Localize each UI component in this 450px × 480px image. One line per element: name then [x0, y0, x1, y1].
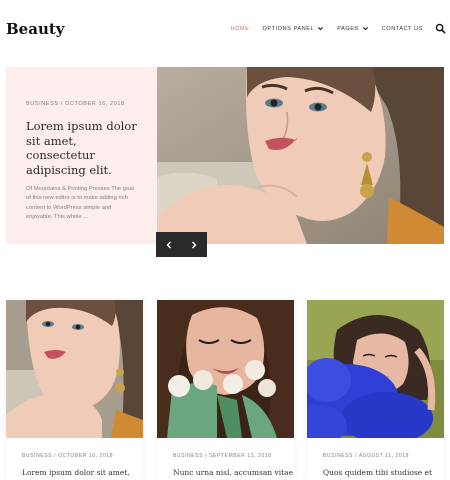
- chevron-right-icon: [191, 241, 196, 248]
- nav-item-label: HOME: [230, 25, 250, 32]
- post-meta: BUSINESS / AUGUST 11, 2018: [323, 453, 409, 459]
- post-card[interactable]: BUSINESS / SEPTEMBER 13, 2018 Nunc urna …: [157, 300, 294, 480]
- nav-item-label: PAGES: [337, 25, 359, 32]
- meta-separator: /: [60, 101, 63, 107]
- hero-post-excerpt: Of Mountains & Printing Presses The goal…: [26, 186, 134, 221]
- post-meta: BUSINESS / SEPTEMBER 13, 2018: [173, 453, 272, 459]
- post-date: OCTOBER 16, 2018: [65, 101, 125, 107]
- post-card[interactable]: BUSINESS / OCTOBER 16, 2018 Lorem ipsum …: [6, 300, 143, 480]
- hero-post-title[interactable]: Lorem ipsum dolor sit amet, consectetur …: [26, 119, 137, 177]
- post-category[interactable]: BUSINESS: [26, 101, 59, 107]
- hero-post-card: BUSINESS / OCTOBER 16, 2018 Lorem ipsum …: [6, 67, 157, 244]
- slider-prev-button[interactable]: [156, 232, 181, 257]
- nav-item-options-panel[interactable]: OPTIONS PANEL: [262, 25, 324, 32]
- nav-item-label: OPTIONS PANEL: [262, 25, 315, 32]
- hero-slider: BUSINESS / OCTOBER 16, 2018 Lorem ipsum …: [6, 67, 444, 257]
- post-thumbnail[interactable]: [6, 300, 143, 438]
- meta-separator: /: [205, 453, 208, 459]
- slider-next-button[interactable]: [181, 232, 206, 257]
- post-title[interactable]: Lorem ipsum dolor sit amet,: [22, 468, 130, 477]
- nav-item-home[interactable]: HOME: [229, 25, 251, 32]
- site-header: Beauty HOME OPTIONS PANEL PAGES CONTACT …: [0, 0, 450, 60]
- post-card[interactable]: BUSINESS / AUGUST 11, 2018 Quos quidem t…: [307, 300, 444, 480]
- meta-separator: /: [355, 453, 358, 459]
- search-icon[interactable]: [435, 23, 446, 34]
- post-category[interactable]: BUSINESS: [22, 453, 52, 459]
- post-thumbnail[interactable]: [157, 300, 294, 438]
- chevron-down-icon: [362, 27, 368, 31]
- chevron-down-icon: [318, 27, 324, 31]
- post-meta: BUSINESS / OCTOBER 16, 2018: [22, 453, 113, 459]
- chevron-left-icon: [166, 241, 171, 248]
- slider-controls: [156, 232, 207, 257]
- hero-image[interactable]: [157, 67, 444, 244]
- post-title[interactable]: Nunc urna nisl, accumsan vitae: [173, 468, 293, 477]
- meta-separator: /: [54, 453, 57, 459]
- nav-item-contact-us[interactable]: CONTACT US: [382, 26, 423, 32]
- post-date: SEPTEMBER 13, 2018: [209, 453, 272, 459]
- nav-item-pages[interactable]: PAGES: [337, 25, 369, 32]
- post-date: OCTOBER 16, 2018: [58, 453, 114, 459]
- post-category[interactable]: BUSINESS: [173, 453, 203, 459]
- post-category[interactable]: BUSINESS: [323, 453, 353, 459]
- nav-item-label: CONTACT US: [381, 25, 423, 32]
- post-thumbnail[interactable]: [307, 300, 444, 438]
- post-title[interactable]: Quos quidem tibi studiose et: [323, 468, 432, 477]
- main-nav: HOME OPTIONS PANEL PAGES CONTACT US: [218, 23, 446, 34]
- post-meta: BUSINESS / OCTOBER 16, 2018: [26, 101, 137, 107]
- post-date: AUGUST 11, 2018: [358, 453, 410, 459]
- site-logo[interactable]: Beauty: [6, 20, 65, 38]
